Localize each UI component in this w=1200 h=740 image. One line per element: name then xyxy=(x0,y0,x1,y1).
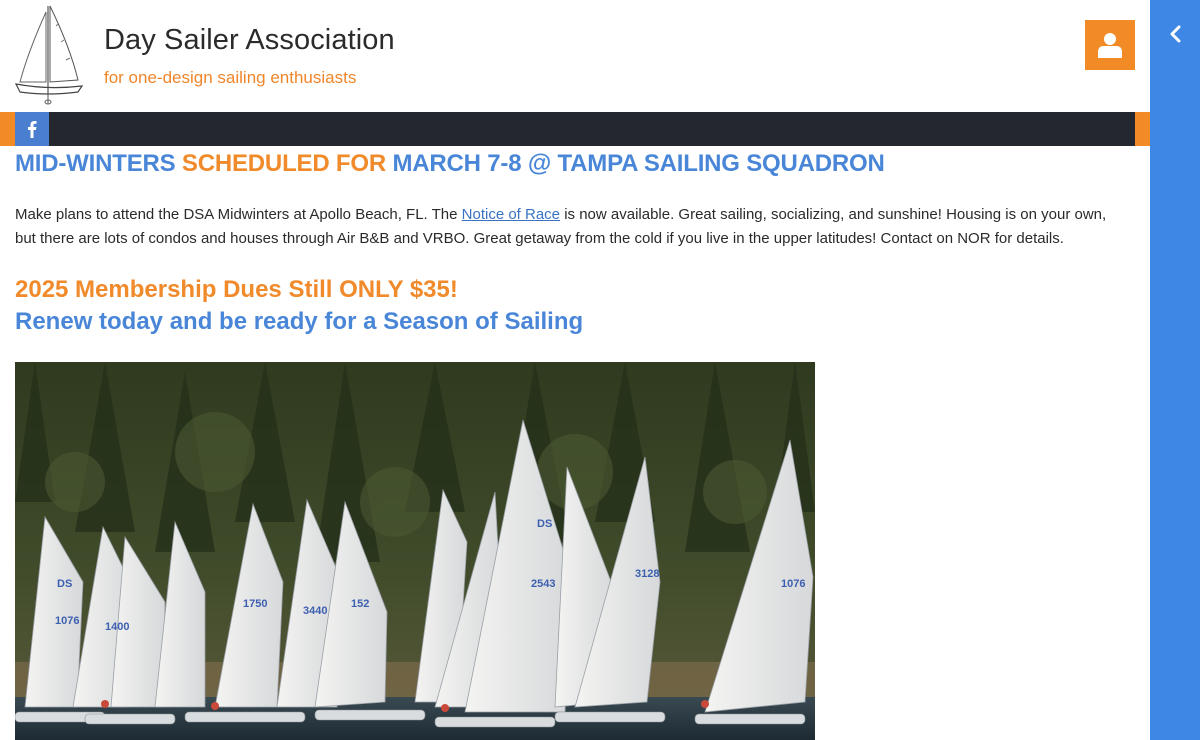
headline-part-2: SCHEDULED FOR xyxy=(181,150,393,177)
site-header: Day Sailer Association for one-design sa… xyxy=(0,0,1150,112)
renew-heading: Renew today and be ready for a Season of… xyxy=(15,308,584,335)
sail-label-10: 1076 xyxy=(781,578,805,590)
sail-label-9: 3128 xyxy=(635,568,659,580)
intro-text-before: Make plans to attend the DSA Midwinters … xyxy=(15,206,462,223)
user-icon xyxy=(1098,33,1122,58)
page: Day Sailer Association for one-design sa… xyxy=(0,0,1150,740)
drawer-toggle-button[interactable] xyxy=(1164,22,1186,46)
facebook-icon xyxy=(28,121,37,138)
facebook-link[interactable] xyxy=(15,112,49,146)
sail-label-1: DS xyxy=(57,578,72,590)
side-drawer xyxy=(1150,0,1200,740)
user-account-button[interactable] xyxy=(1085,20,1135,70)
sail-label-3: 1400 xyxy=(105,621,129,633)
sail-label-4: 1750 xyxy=(243,598,267,610)
midwinters-headline: MID-WINTERS SCHEDULED FOR MARCH 7-8 @ TA… xyxy=(15,149,1135,179)
sail-label-7: DS xyxy=(537,518,552,530)
site-title[interactable]: Day Sailer Association xyxy=(104,24,395,57)
chevron-left-icon xyxy=(1170,25,1181,43)
headline-part-1: MID-WINTERS xyxy=(15,150,182,177)
site-tagline: for one-design sailing enthusiasts xyxy=(104,68,357,87)
sail-label-2: 1076 xyxy=(55,615,79,627)
main-content: MID-WINTERS SCHEDULED FOR MARCH 7-8 @ TA… xyxy=(15,146,1135,338)
sail-label-5: 3440 xyxy=(303,605,327,617)
sailboat-logo[interactable] xyxy=(14,2,84,106)
midwinters-paragraph: Make plans to attend the DSA Midwinters … xyxy=(15,203,1125,251)
headline-part-3: MARCH 7-8 @ TAMPA SAILING SQUADRON xyxy=(392,150,885,177)
membership-dues-heading: 2025 Membership Dues Still ONLY $35! xyxy=(15,276,458,303)
nav-bar-inner xyxy=(15,112,1135,146)
nav-bar xyxy=(0,112,1150,146)
notice-of-race-link[interactable]: Notice of Race xyxy=(462,206,560,223)
sail-label-8: 2543 xyxy=(531,578,555,590)
sailboats-racing-photo: DS 1076 1400 1750 3440 152 DS 2543 3128 … xyxy=(15,362,815,740)
sail-label-6: 152 xyxy=(351,598,369,610)
